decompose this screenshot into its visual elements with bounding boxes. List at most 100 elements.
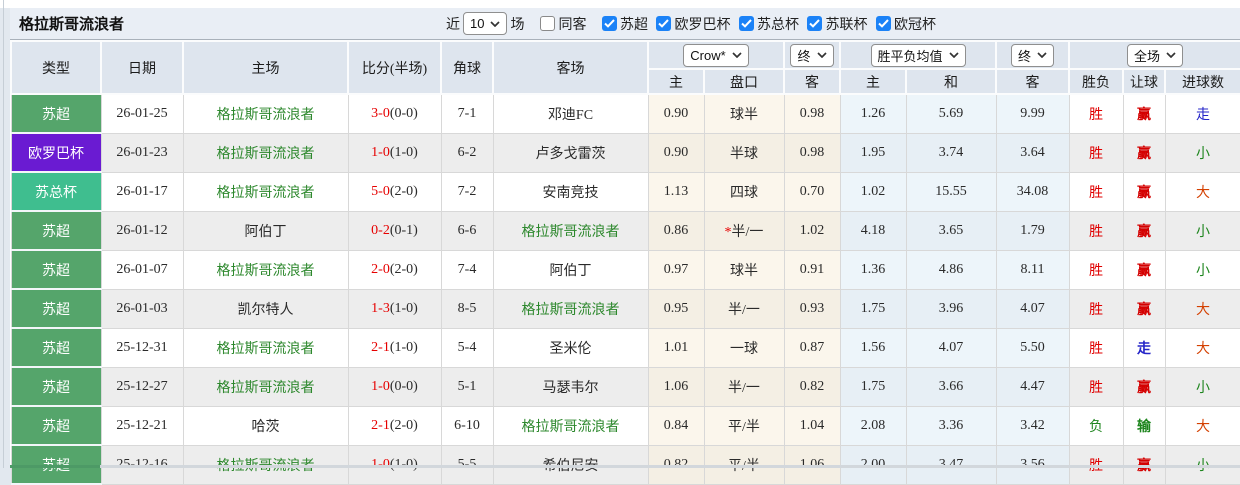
- avg-home-odds: 1.75: [839, 288, 907, 329]
- match-date: 26-01-25: [100, 93, 184, 134]
- bookmaker-select[interactable]: Crow*: [683, 43, 749, 67]
- average-select-cell: 胜平负均值: [838, 40, 998, 70]
- result-handicap: 赢: [1122, 288, 1166, 329]
- odds-away: 0.93: [783, 288, 841, 329]
- result-goals: 小: [1164, 249, 1240, 290]
- home-team[interactable]: 格拉斯哥流浪者: [182, 132, 349, 173]
- avg-draw-odds: 3.65: [905, 210, 997, 251]
- match-row: 欧罗巴杯 26-01-23 格拉斯哥流浪者 1-0(1-0) 6-2 卢多戈雷茨…: [10, 132, 1240, 173]
- handicap-line: *半/一: [703, 210, 785, 251]
- home-team[interactable]: 格拉斯哥流浪者: [182, 171, 349, 212]
- away-team[interactable]: 安南竞技: [492, 171, 649, 212]
- league-filter-checkbox[interactable]: 苏联杯: [807, 14, 867, 34]
- avg-away-odds: 1.79: [995, 210, 1070, 251]
- result-goals: 大: [1164, 171, 1240, 212]
- average-select[interactable]: 胜平负均值: [870, 43, 966, 67]
- match-date: 25-12-27: [100, 366, 184, 407]
- page-left-border: [3, 0, 4, 468]
- handicap-line: 半球: [703, 132, 785, 173]
- odds-home: 0.86: [647, 210, 705, 251]
- result-winloss: 胜: [1068, 249, 1124, 290]
- subcol-odds-away: 客: [783, 68, 841, 95]
- col-header-home: 主场: [182, 40, 349, 95]
- away-team[interactable]: 阿伯丁: [492, 249, 649, 290]
- match-date: 26-01-23: [100, 132, 184, 173]
- checkbox-icon: [540, 16, 556, 31]
- avg-away-odds: 3.64: [995, 132, 1070, 173]
- average-state-select[interactable]: 终: [1011, 43, 1055, 67]
- away-team[interactable]: 格拉斯哥流浪者: [492, 288, 649, 329]
- away-team[interactable]: 邓迪FC: [492, 93, 649, 134]
- odds-home: 0.90: [647, 132, 705, 173]
- scope-select[interactable]: 全场: [1127, 43, 1184, 67]
- result-winloss: 胜: [1068, 210, 1124, 251]
- avg-home-odds: 1.26: [839, 93, 907, 134]
- league-filter-checkbox[interactable]: 欧罗巴杯: [656, 14, 730, 34]
- match-date: 26-01-17: [100, 171, 184, 212]
- league-filters: 同客 苏超 欧罗巴杯 苏总杯 苏联杯 欧冠杯: [527, 14, 936, 34]
- result-winloss: 胜: [1068, 327, 1124, 368]
- subcol-winloss: 胜负: [1068, 68, 1125, 95]
- avg-draw-odds: 3.74: [905, 132, 997, 173]
- away-team[interactable]: 卢多戈雷茨: [492, 132, 649, 173]
- bookmaker-state-select[interactable]: 终: [790, 43, 834, 67]
- home-team[interactable]: 格拉斯哥流浪者: [182, 249, 349, 290]
- odds-home: 0.84: [647, 405, 705, 446]
- average-state-cell: 终: [995, 40, 1071, 70]
- league-filter-checkbox[interactable]: 同客: [540, 14, 586, 34]
- result-winloss: 胜: [1068, 132, 1124, 173]
- match-date: 26-01-07: [100, 249, 184, 290]
- avg-away-odds: 5.50: [995, 327, 1070, 368]
- score-cell: 2-0(2-0): [347, 249, 442, 290]
- subcol-handicap: 盘口: [703, 68, 785, 95]
- league-filter-checkbox[interactable]: 苏超: [601, 14, 648, 34]
- corner-count: 8-5: [440, 288, 494, 329]
- competition-badge: 苏超: [10, 93, 102, 134]
- col-header-corner: 角球: [440, 40, 494, 95]
- col-header-type: 类型: [10, 40, 102, 95]
- score-cell: 1-3(1-0): [347, 288, 442, 329]
- result-goals: 小: [1164, 366, 1240, 407]
- avg-home-odds: 1.02: [839, 171, 907, 212]
- home-team[interactable]: 哈茨: [182, 405, 349, 446]
- result-handicap: 赢: [1122, 210, 1166, 251]
- subcol-avg-draw: 和: [904, 68, 998, 95]
- home-team[interactable]: 格拉斯哥流浪者: [182, 327, 349, 368]
- chevron-down-icon: [1037, 52, 1047, 58]
- avg-draw-odds: 3.96: [905, 288, 997, 329]
- avg-away-odds: 34.08: [995, 171, 1070, 212]
- result-handicap: 赢: [1122, 249, 1166, 290]
- odds-away: 0.82: [783, 366, 841, 407]
- panel-titlebar: 格拉斯哥流浪者 近 10 场 同客 苏超 欧罗巴杯 苏总杯 苏联杯 欧冠杯: [10, 8, 1240, 40]
- result-handicap: 赢: [1122, 132, 1166, 173]
- away-team[interactable]: 马瑟韦尔: [492, 366, 649, 407]
- match-row: 苏超 26-01-07 格拉斯哥流浪者 2-0(2-0) 7-4 阿伯丁 0.9…: [10, 249, 1240, 290]
- odds-away: 1.04: [783, 405, 841, 446]
- match-date: 26-01-12: [100, 210, 184, 251]
- avg-home-odds: 1.56: [839, 327, 907, 368]
- recent-count-select[interactable]: 10: [463, 12, 508, 35]
- home-team[interactable]: 格拉斯哥流浪者: [182, 366, 349, 407]
- away-team[interactable]: 格拉斯哥流浪者: [492, 405, 649, 446]
- away-team[interactable]: 格拉斯哥流浪者: [492, 210, 649, 251]
- competition-badge: 苏超: [10, 249, 102, 290]
- team-title: 格拉斯哥流浪者: [19, 17, 125, 33]
- recent-label: 近: [446, 17, 460, 33]
- checkbox-icon: [875, 16, 891, 31]
- result-winloss: 胜: [1068, 171, 1124, 212]
- result-handicap: 赢: [1122, 93, 1166, 134]
- match-date: 25-12-31: [100, 327, 184, 368]
- home-team[interactable]: 格拉斯哥流浪者: [182, 93, 349, 134]
- league-filter-checkbox[interactable]: 欧冠杯: [875, 14, 936, 34]
- result-handicap: 输: [1122, 405, 1166, 446]
- away-team[interactable]: 圣米伦: [492, 327, 649, 368]
- avg-home-odds: 1.75: [839, 366, 907, 407]
- home-team[interactable]: 阿伯丁: [182, 210, 349, 251]
- result-goals: 小: [1164, 210, 1240, 251]
- corner-count: 7-4: [440, 249, 494, 290]
- odds-home: 0.90: [647, 93, 705, 134]
- competition-badge: 苏总杯: [10, 171, 102, 212]
- score-cell: 3-0(0-0): [347, 93, 442, 134]
- home-team[interactable]: 凯尔特人: [182, 288, 349, 329]
- league-filter-checkbox[interactable]: 苏总杯: [738, 14, 799, 34]
